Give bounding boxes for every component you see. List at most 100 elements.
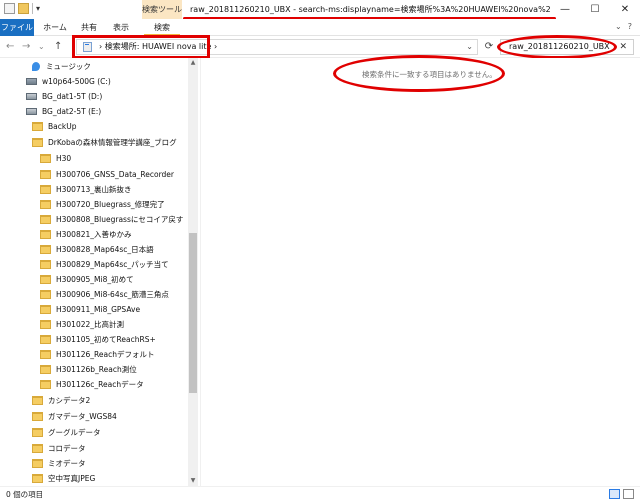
item-count: 0 個の項目 <box>6 490 44 499</box>
sidebar-item-label: H301126c_Reachデータ <box>56 380 144 389</box>
sidebar-item[interactable]: H301022_比高計測 <box>40 318 124 331</box>
sidebar-item[interactable]: H300821_入善ゆかみ <box>40 228 132 241</box>
folder-icon <box>40 200 51 209</box>
folder-icon <box>40 305 51 314</box>
sidebar-item[interactable]: H30 <box>40 152 71 165</box>
close-button[interactable]: ✕ <box>610 0 640 19</box>
maximize-button[interactable]: ☐ <box>580 0 610 19</box>
up-button[interactable]: ↑ <box>54 40 62 54</box>
sidebar-item-label: コロデータ <box>48 444 86 453</box>
sidebar-item[interactable]: ミオデータ <box>32 457 86 470</box>
tab-share[interactable]: 共有 <box>76 19 102 36</box>
drive-icon <box>26 93 37 100</box>
sidebar-item[interactable]: DrKobaの森林情報管理学講座_ブログ <box>32 136 177 149</box>
sidebar-item-label: H301022_比高計測 <box>56 320 125 329</box>
sidebar-item-label: BG_dat2-5T (E:) <box>42 107 102 116</box>
sidebar-item[interactable]: H301126c_Reachデータ <box>40 378 144 391</box>
window-controls: — ☐ ✕ <box>550 0 640 19</box>
new-folder-icon[interactable] <box>18 3 29 14</box>
status-bar: 0 個の項目 <box>0 486 640 501</box>
sidebar-item[interactable]: コロデータ <box>32 442 86 455</box>
sidebar-item-label: DrKobaの森林情報管理学講座_ブログ <box>48 138 177 147</box>
navigation-pane-scrollbar[interactable]: ▲ ▼ <box>188 58 198 486</box>
customize-toolbar-chevron-icon[interactable]: ▾ <box>36 3 40 14</box>
refresh-button[interactable]: ⟳ <box>482 39 496 55</box>
navigation-pane: ミュージック w10p64-500G (C:) BG_dat1-5T (D:) BG_… <box>0 58 200 486</box>
folder-icon <box>40 154 51 163</box>
red-annotation-box <box>72 35 210 59</box>
sidebar-item[interactable]: H300808_Bluegrassにセコイア戻す <box>40 213 183 226</box>
sidebar-item-label: H300906_Mi8-64sc_筋漕三角点 <box>56 290 169 299</box>
sidebar-item-label: H301126_Reachデフォルト <box>56 350 155 359</box>
folder-icon <box>40 260 51 269</box>
sidebar-item[interactable]: 空中写真JPEG <box>32 472 95 485</box>
large-icons-view-icon[interactable] <box>623 489 634 499</box>
sidebar-item[interactable]: グーグルデータ <box>32 426 101 439</box>
folder-icon <box>40 275 51 284</box>
sidebar-item[interactable]: H300829_Map64sc_パッチ当て <box>40 258 169 271</box>
folder-icon <box>40 170 51 179</box>
folder-icon <box>32 428 43 437</box>
tab-search[interactable]: 検索 <box>144 19 180 36</box>
folder-icon <box>40 320 51 329</box>
folder-icon <box>32 444 43 453</box>
folder-icon <box>40 185 51 194</box>
red-annotation-ellipse-message <box>333 55 505 92</box>
tab-home[interactable]: ホーム <box>40 19 70 36</box>
details-view-icon[interactable] <box>609 489 620 499</box>
sidebar-item-label: H301126b_Reach測位 <box>56 365 137 374</box>
sidebar-item[interactable]: BG_dat2-5T (E:) <box>26 105 101 118</box>
sidebar-item[interactable]: H301126b_Reach測位 <box>40 363 137 376</box>
help-icon[interactable]: ? <box>628 22 632 31</box>
sidebar-item[interactable]: H300911_Mi8_GPSAve <box>40 303 140 316</box>
sidebar-item-label: H300706_GNSS_Data_Recorder <box>56 170 174 179</box>
toolbar-divider <box>32 3 33 14</box>
ribbon-tabs: ファイル ホーム 共有 表示 検索 ⌄ ? <box>0 19 640 36</box>
forward-button[interactable]: → <box>22 40 30 54</box>
sidebar-item[interactable]: H300905_Mi8_初めて <box>40 273 134 286</box>
file-list-pane[interactable]: 検索条件に一致する項目はありません。 <box>200 58 640 486</box>
folder-icon <box>40 335 51 344</box>
sidebar-item[interactable]: カシデータ2 <box>32 394 90 407</box>
sidebar-item-label: ミオデータ <box>48 459 86 468</box>
scroll-thumb[interactable] <box>189 233 197 393</box>
sidebar-item-label: H300821_入善ゆかみ <box>56 230 132 239</box>
drive-icon <box>26 78 37 85</box>
address-dropdown-icon[interactable]: ⌄ <box>466 40 473 54</box>
sidebar-item[interactable]: H300713_裏山鋲抜き <box>40 183 132 196</box>
properties-icon[interactable] <box>4 3 15 14</box>
folder-icon <box>40 380 51 389</box>
back-button[interactable]: ← <box>6 40 14 54</box>
search-tools-context-tab: 検索ツール <box>142 0 182 19</box>
sidebar-item-label: H300713_裏山鋲抜き <box>56 185 132 194</box>
tab-view[interactable]: 表示 <box>108 19 134 36</box>
sidebar-item-label: H300911_Mi8_GPSAve <box>56 305 141 314</box>
folder-icon <box>32 396 43 405</box>
sidebar-item[interactable]: BG_dat1-5T (D:) <box>26 90 102 103</box>
sidebar-item[interactable]: H301126_Reachデフォルト <box>40 348 154 361</box>
folder-icon <box>32 474 43 483</box>
sidebar-item-label: 空中写真JPEG <box>48 474 96 483</box>
folder-icon <box>40 230 51 239</box>
sidebar-item[interactable]: w10p64-500G (C:) <box>26 75 111 88</box>
sidebar-item[interactable]: H300906_Mi8-64sc_筋漕三角点 <box>40 288 169 301</box>
sidebar-item[interactable]: H301105_初めてReachRS+ <box>40 333 156 346</box>
sidebar-item[interactable]: ガマデータ_WGS84 <box>32 410 117 423</box>
sidebar-item[interactable]: BackUp <box>32 120 76 133</box>
music-icon <box>32 62 40 71</box>
tab-file[interactable]: ファイル <box>0 19 34 36</box>
sidebar-item-label: H300905_Mi8_初めて <box>56 275 134 284</box>
sidebar-item[interactable]: ミュージック <box>30 60 91 73</box>
folder-icon <box>40 350 51 359</box>
sidebar-item-label: ガマデータ_WGS84 <box>48 412 117 421</box>
sidebar-item[interactable]: H300706_GNSS_Data_Recorder <box>40 168 174 181</box>
scroll-up-icon[interactable]: ▲ <box>188 58 198 68</box>
clear-search-icon[interactable]: ✕ <box>619 40 627 54</box>
sidebar-item[interactable]: H300828_Map64sc_日本語 <box>40 243 154 256</box>
expand-ribbon-icon[interactable]: ⌄ <box>615 22 622 31</box>
recent-locations-button[interactable]: ⌄ <box>38 40 45 54</box>
sidebar-item[interactable]: H300720_Bluegrass_修理完了 <box>40 198 165 211</box>
quick-access-toolbar: ▾ <box>4 3 40 14</box>
scroll-down-icon[interactable]: ▼ <box>188 476 198 486</box>
sidebar-item-label: H301105_初めてReachRS+ <box>56 335 156 344</box>
